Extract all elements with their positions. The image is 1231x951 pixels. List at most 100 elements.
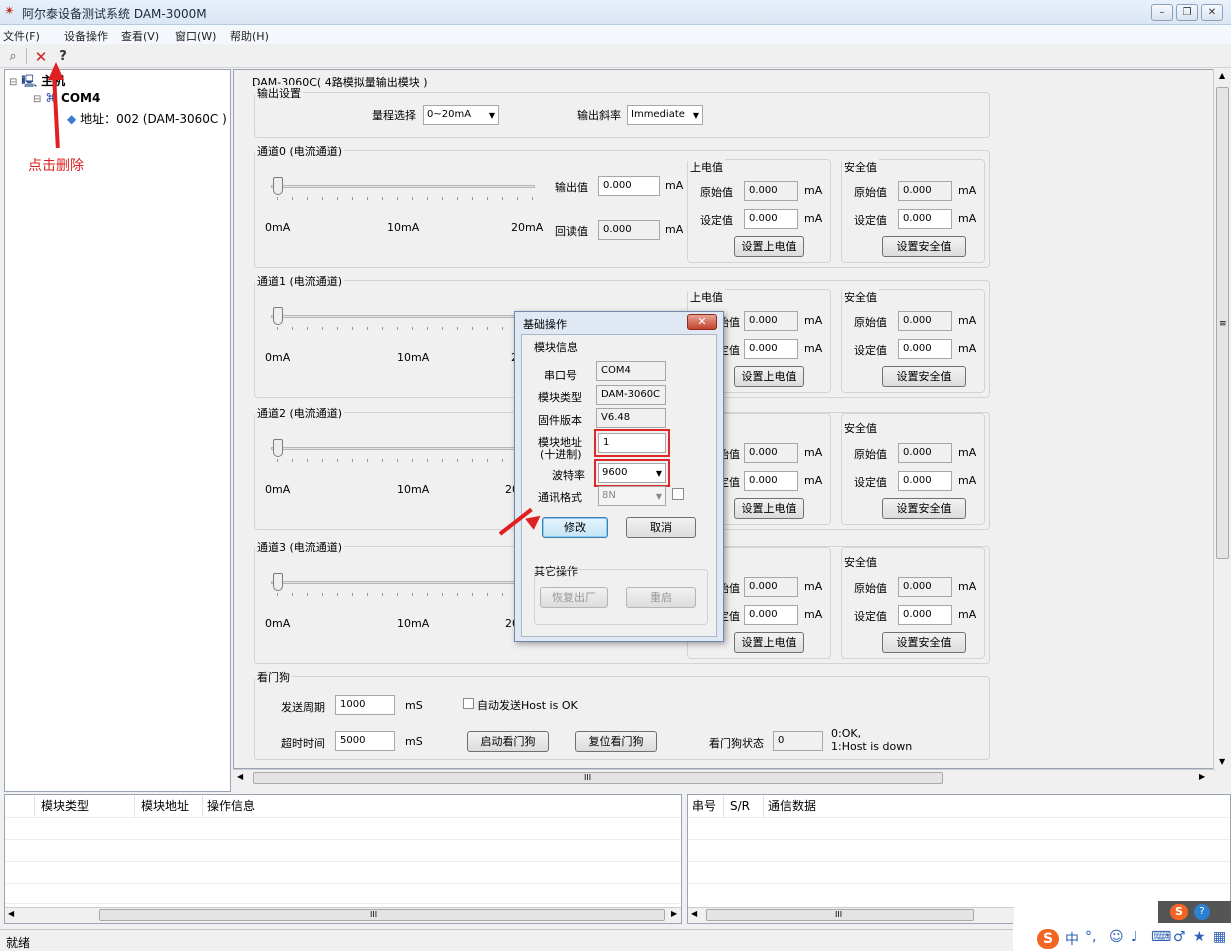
unit-label: mA bbox=[804, 212, 823, 225]
modify-button[interactable]: 修改 bbox=[542, 517, 608, 538]
cancel-button[interactable]: 取消 bbox=[626, 517, 696, 538]
scroll-left-icon[interactable]: ◀ bbox=[691, 909, 697, 918]
watchdog-status: 0 bbox=[773, 731, 823, 751]
menu-file[interactable]: 文件(F) bbox=[3, 28, 40, 44]
main-vertical-scrollbar[interactable]: ≡ ▲ ▼ bbox=[1213, 69, 1230, 769]
emoji-icon[interactable]: ☺ bbox=[1109, 929, 1124, 945]
factory-reset-button[interactable]: 恢复出厂 bbox=[540, 587, 608, 608]
timeout-input[interactable]: 5000 bbox=[335, 731, 395, 751]
start-watchdog-button[interactable]: 启动看门狗 bbox=[467, 731, 549, 752]
channel-3-slider[interactable] bbox=[273, 573, 283, 591]
punctuation-icon[interactable]: °, bbox=[1085, 929, 1096, 945]
computer-icon: 🖳 bbox=[21, 74, 38, 88]
column-module-type[interactable]: 模块类型 bbox=[37, 795, 135, 817]
safe-title: 安全值 bbox=[842, 420, 879, 436]
min-label: 0mA bbox=[265, 221, 291, 234]
slope-select[interactable]: Immediate bbox=[627, 105, 703, 125]
power-on-raw: 0.000 bbox=[744, 577, 798, 597]
tree-node-device[interactable]: ◆ 地址：002 (DAM-3060C ) bbox=[67, 110, 227, 127]
restart-button[interactable]: 重启 bbox=[626, 587, 696, 608]
reset-watchdog-button[interactable]: 复位看门狗 bbox=[575, 731, 657, 752]
scroll-down-icon[interactable]: ▼ bbox=[1219, 757, 1225, 766]
main-horizontal-scrollbar[interactable]: ◀ III ▶ bbox=[233, 769, 1215, 786]
set-safe-button[interactable]: 设置安全值 bbox=[882, 366, 966, 387]
period-input[interactable]: 1000 bbox=[335, 695, 395, 715]
period-label: 发送周期 bbox=[281, 701, 325, 714]
set-label: 设定值 bbox=[854, 476, 887, 489]
keyboard-icon[interactable]: ⌨ bbox=[1151, 929, 1171, 945]
channel-0-output-input[interactable]: 0.000 bbox=[598, 176, 660, 196]
unit-label: mA bbox=[958, 446, 977, 459]
scrollbar-thumb[interactable]: III bbox=[99, 909, 665, 921]
output-settings-group: 输出设置 量程选择 0~20mA 输出斜率 Immediate bbox=[254, 85, 990, 138]
scrollbar-thumb[interactable]: III bbox=[706, 909, 974, 921]
channel-2-slider[interactable] bbox=[273, 439, 283, 457]
close-window-button[interactable]: ✕ bbox=[1201, 4, 1223, 21]
user-icon[interactable]: ♂ bbox=[1173, 929, 1186, 945]
column-send-receive[interactable]: S/R bbox=[726, 795, 764, 817]
safe-set-input[interactable]: 0.000 bbox=[898, 605, 952, 625]
dialog-close-button[interactable]: ✕ bbox=[687, 314, 717, 330]
toolbox-icon[interactable]: ▦ bbox=[1213, 929, 1226, 945]
menu-window[interactable]: 窗口(W) bbox=[175, 28, 216, 44]
raw-label: 原始值 bbox=[700, 186, 733, 199]
set-power-on-button[interactable]: 设置上电值 bbox=[734, 498, 804, 519]
tree-node-com4[interactable]: ⊟ ⌘ COM4 bbox=[33, 91, 100, 105]
set-power-on-button[interactable]: 设置上电值 bbox=[734, 366, 804, 387]
help-icon[interactable]: ? bbox=[1194, 904, 1210, 920]
power-on-set-input[interactable]: 0.000 bbox=[744, 209, 798, 229]
chinese-mode-icon[interactable]: 中 bbox=[1065, 929, 1079, 949]
scroll-right-icon[interactable]: ▶ bbox=[671, 909, 677, 918]
power-on-set-input[interactable]: 0.000 bbox=[744, 605, 798, 625]
channel-0-slider[interactable] bbox=[273, 177, 283, 195]
column-operation-info[interactable]: 操作信息 bbox=[203, 795, 681, 817]
auto-send-label: 自动发送Host is OK bbox=[477, 699, 578, 712]
set-safe-button[interactable]: 设置安全值 bbox=[882, 632, 966, 653]
column-serial[interactable]: 串号 bbox=[688, 795, 724, 817]
search-icon[interactable]: ⌕ bbox=[4, 48, 22, 66]
raw-label: 原始值 bbox=[854, 582, 887, 595]
watchdog-status-label: 看门狗状态 bbox=[709, 737, 764, 750]
safe-set-input[interactable]: 0.000 bbox=[898, 339, 952, 359]
menu-view[interactable]: 查看(V) bbox=[121, 28, 159, 44]
scrollbar-thumb[interactable]: III bbox=[253, 772, 943, 784]
column-module-address[interactable]: 模块地址 bbox=[137, 795, 203, 817]
set-safe-button[interactable]: 设置安全值 bbox=[882, 236, 966, 257]
unit-label: mA bbox=[804, 314, 823, 327]
set-safe-button[interactable]: 设置安全值 bbox=[882, 498, 966, 519]
operation-log-table: 模块类型 模块地址 操作信息 ◀ III ▶ bbox=[4, 794, 682, 924]
minimize-button[interactable]: – bbox=[1151, 4, 1173, 21]
format-checkbox[interactable] bbox=[672, 488, 684, 500]
range-select[interactable]: 0~20mA bbox=[423, 105, 499, 125]
set-power-on-button[interactable]: 设置上电值 bbox=[734, 236, 804, 257]
scroll-right-icon[interactable]: ▶ bbox=[1199, 772, 1205, 781]
set-power-on-button[interactable]: 设置上电值 bbox=[734, 632, 804, 653]
format-select[interactable]: 8N bbox=[598, 486, 666, 506]
unit-label: mA bbox=[958, 314, 977, 327]
power-on-set-input[interactable]: 0.000 bbox=[744, 471, 798, 491]
safe-group: 安全值 原始值 0.000 mA 设定值 0.000 mA 设置安全值 bbox=[841, 413, 985, 525]
comm-horizontal-scrollbar[interactable]: ◀ III bbox=[688, 907, 1014, 923]
menu-help[interactable]: 帮助(H) bbox=[230, 28, 269, 44]
safe-set-input[interactable]: 0.000 bbox=[898, 209, 952, 229]
scroll-up-icon[interactable]: ▲ bbox=[1219, 71, 1225, 80]
unit-label: mA bbox=[958, 608, 977, 621]
microphone-icon[interactable]: ♩ bbox=[1131, 929, 1138, 945]
log-horizontal-scrollbar[interactable]: ◀ III ▶ bbox=[5, 907, 681, 923]
sogou-icon[interactable]: S bbox=[1037, 929, 1059, 949]
safe-raw: 0.000 bbox=[898, 443, 952, 463]
menu-device[interactable]: 设备操作 bbox=[64, 28, 108, 44]
safe-set-input[interactable]: 0.000 bbox=[898, 471, 952, 491]
slider-ticks bbox=[277, 197, 535, 200]
power-on-set-input[interactable]: 0.000 bbox=[744, 339, 798, 359]
scroll-left-icon[interactable]: ◀ bbox=[237, 772, 243, 781]
scroll-left-icon[interactable]: ◀ bbox=[8, 909, 14, 918]
channel-1-slider[interactable] bbox=[273, 307, 283, 325]
skin-icon[interactable]: ★ bbox=[1193, 929, 1206, 945]
column-comm-data[interactable]: 通信数据 bbox=[764, 795, 1230, 817]
maximize-button[interactable]: ❐ bbox=[1176, 4, 1198, 21]
row-divider bbox=[688, 861, 1230, 862]
auto-send-checkbox[interactable] bbox=[463, 698, 474, 709]
output-settings-title: 输出设置 bbox=[255, 85, 303, 101]
power-on-title: 上电值 bbox=[688, 289, 725, 305]
